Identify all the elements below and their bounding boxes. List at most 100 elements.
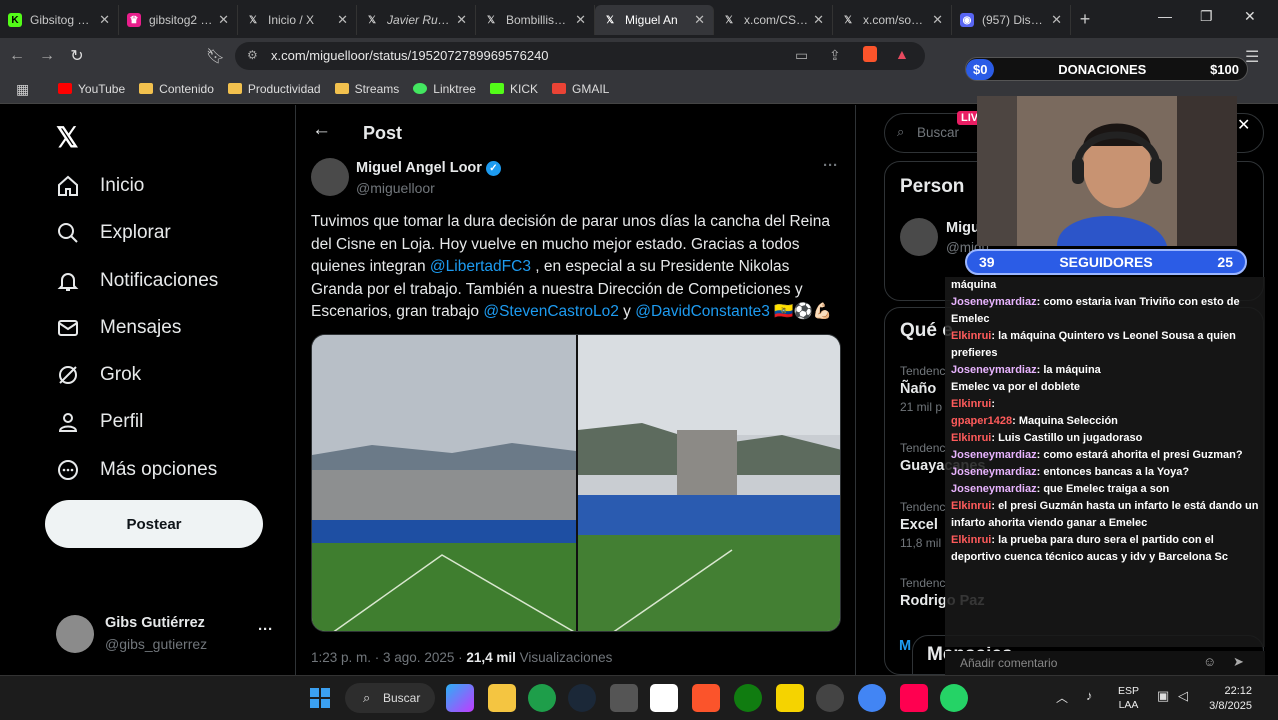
reload-icon[interactable]: ↻ [64,46,90,66]
chat-user[interactable]: Joseneymardiaz [951,364,1037,376]
microphone-icon[interactable]: ♪ [1086,688,1093,703]
author-avatar[interactable] [311,158,349,196]
close-icon[interactable]: ✕ [932,12,943,28]
chat-user[interactable]: Elkinrui [951,330,991,342]
brave-shield-icon[interactable] [863,46,877,62]
snipping-tool-icon[interactable] [650,684,678,712]
clock[interactable]: 22:12 3/8/2025 [1206,684,1252,714]
post-media[interactable] [311,334,841,632]
network-icon[interactable]: ▣ [1157,688,1169,704]
bookmark-gmail[interactable]: GMAIL [552,82,609,96]
more-icon[interactable]: ··· [258,621,273,638]
close-icon[interactable]: ✕ [694,12,705,28]
tiktok-icon[interactable] [900,684,928,712]
browser-tab[interactable]: 𝕏 Javier Ruiz en X ✕ [357,5,476,35]
streamer-webcam-image [977,96,1237,246]
close-icon[interactable]: ✕ [456,12,467,28]
mention-link[interactable]: @LibertadFC3 [430,258,531,275]
browser-tab[interactable]: ◉ (957) Discord |✕ [952,5,1071,35]
chat-user[interactable]: Joseneymardiaz [951,483,1037,495]
browser-tab[interactable]: 𝕏 Bombillismo (✕ [476,5,595,35]
chat-user[interactable]: Elkinrui [951,534,991,546]
bookmark-folder-productividad[interactable]: Productividad [227,82,321,96]
restore-icon[interactable]: ❐ [1200,8,1213,25]
sidebar-item-mensajes[interactable]: Mensajes [56,316,181,340]
chevron-up-icon[interactable]: ︿ [1056,689,1068,706]
bookmark-folder-contenido[interactable]: Contenido [139,82,214,96]
emoji-icon[interactable]: ☺ [1203,654,1216,669]
windows-start-icon[interactable] [306,684,334,712]
post-button[interactable]: Postear [45,500,263,548]
close-icon[interactable]: ✕ [575,12,586,28]
chat-user[interactable]: Joseneymardiaz [951,466,1037,478]
cast-icon[interactable]: ▭ [795,47,808,64]
minimize-icon[interactable]: — [1158,8,1172,24]
bookmark-icon[interactable]: 🔖︎ [206,47,225,65]
back-icon[interactable]: ← [4,47,30,65]
close-overlay-icon[interactable]: ✕ [1237,115,1250,135]
browser-tab[interactable]: ♛ gibsitog2 / Stream ✕ [119,5,238,35]
account-switcher[interactable]: Gibs Gutiérrez @gibs_gutierrez ··· [56,613,286,655]
forward-icon[interactable]: → [34,47,60,65]
brave-icon[interactable] [692,684,720,712]
send-icon[interactable]: ➤ [1233,654,1244,670]
x-logo-icon[interactable]: 𝕏 [56,121,79,154]
xbox-icon[interactable] [734,684,762,712]
browser-tab[interactable]: 𝕏x.com/CSEmelec ✕ [714,5,833,35]
close-icon[interactable]: ✕ [218,12,229,28]
author-name-row[interactable]: Miguel Angel Loor ✓ [356,160,501,176]
chat-user[interactable]: Joseneymardiaz [951,449,1037,461]
mention-link[interactable]: @DavidConstante3 [635,303,770,320]
obs-icon[interactable] [816,684,844,712]
sticky-notes-icon[interactable] [776,684,804,712]
taskbar-search[interactable]: ⌕ Buscar [345,683,435,713]
chat-user[interactable]: Elkinrui [951,432,991,444]
chat-user[interactable]: Joseneymardiaz [951,296,1037,308]
close-icon[interactable]: ✕ [1051,12,1062,28]
sidebar-item-explorar[interactable]: Explorar [56,221,171,245]
site-info-icon[interactable]: ⚙ [247,48,258,62]
close-window-icon[interactable]: ✕ [1244,8,1256,25]
chat-user[interactable]: gpaper1428 [951,415,1012,427]
address-bar[interactable]: ⚙ x.com/miguelloor/status/19520727899695… [235,42,925,70]
bookmark-folder-streams[interactable]: Streams [334,82,399,96]
bookmark-linktree[interactable]: Linktree [413,82,476,96]
browser-tab[interactable]: 𝕏 Inicio / X ✕ [238,5,357,35]
sidebar-item-inicio[interactable]: Inicio [56,174,144,198]
post-timestamp[interactable]: 1:23 p. m. · 3 ago. 2025 · [311,650,466,665]
sidebar-item-grok[interactable]: Grok [56,363,141,387]
close-icon[interactable]: ✕ [337,12,348,28]
sidebar-item-mas-opciones[interactable]: Más opciones [56,458,217,482]
back-arrow-icon[interactable]: ← [312,119,331,141]
calculator-icon[interactable] [610,684,638,712]
chat-user[interactable]: Elkinrui [951,398,991,410]
browser-tab[interactable]: 𝕏x.com/soniipe ✕ [833,5,952,35]
bookmark-youtube[interactable]: YouTube [58,82,125,96]
browser-tab[interactable]: K Gibsitog Stream ✕ [0,5,119,35]
chrome-icon[interactable] [528,684,556,712]
steam-icon[interactable] [568,684,596,712]
trend-show-more[interactable]: M [899,638,911,654]
close-icon[interactable]: ✕ [813,12,824,28]
sidebar-item-notificaciones[interactable]: Notificaciones [56,269,218,293]
rewards-icon[interactable]: ▲ [895,46,909,62]
more-icon[interactable]: ··· [823,157,838,174]
bookmark-kick[interactable]: KICK [489,82,538,96]
share-icon[interactable]: ⇪ [829,47,841,64]
sidebar-item-perfil[interactable]: Perfil [56,410,143,434]
followers-current: 39 [979,254,995,270]
person-avatar[interactable] [900,218,938,256]
language-indicator[interactable]: ESP LAA [1118,684,1139,712]
chat-comment-input[interactable]: Añadir comentario ☺ ➤ [945,651,1265,675]
apps-icon[interactable]: ▦ [16,81,29,98]
file-explorer-icon[interactable] [488,684,516,712]
chat-user[interactable]: Elkinrui [951,500,991,512]
copilot-icon[interactable] [446,684,474,712]
chrome-canary-icon[interactable] [858,684,886,712]
volume-icon[interactable]: ◁ [1178,688,1188,704]
browser-tab-active[interactable]: 𝕏 Miguel An ✕ [595,5,714,35]
close-icon[interactable]: ✕ [99,12,110,28]
new-tab-button[interactable]: + [1071,9,1099,30]
whatsapp-icon[interactable] [940,684,968,712]
mention-link[interactable]: @StevenCastroLo2 [483,303,619,320]
